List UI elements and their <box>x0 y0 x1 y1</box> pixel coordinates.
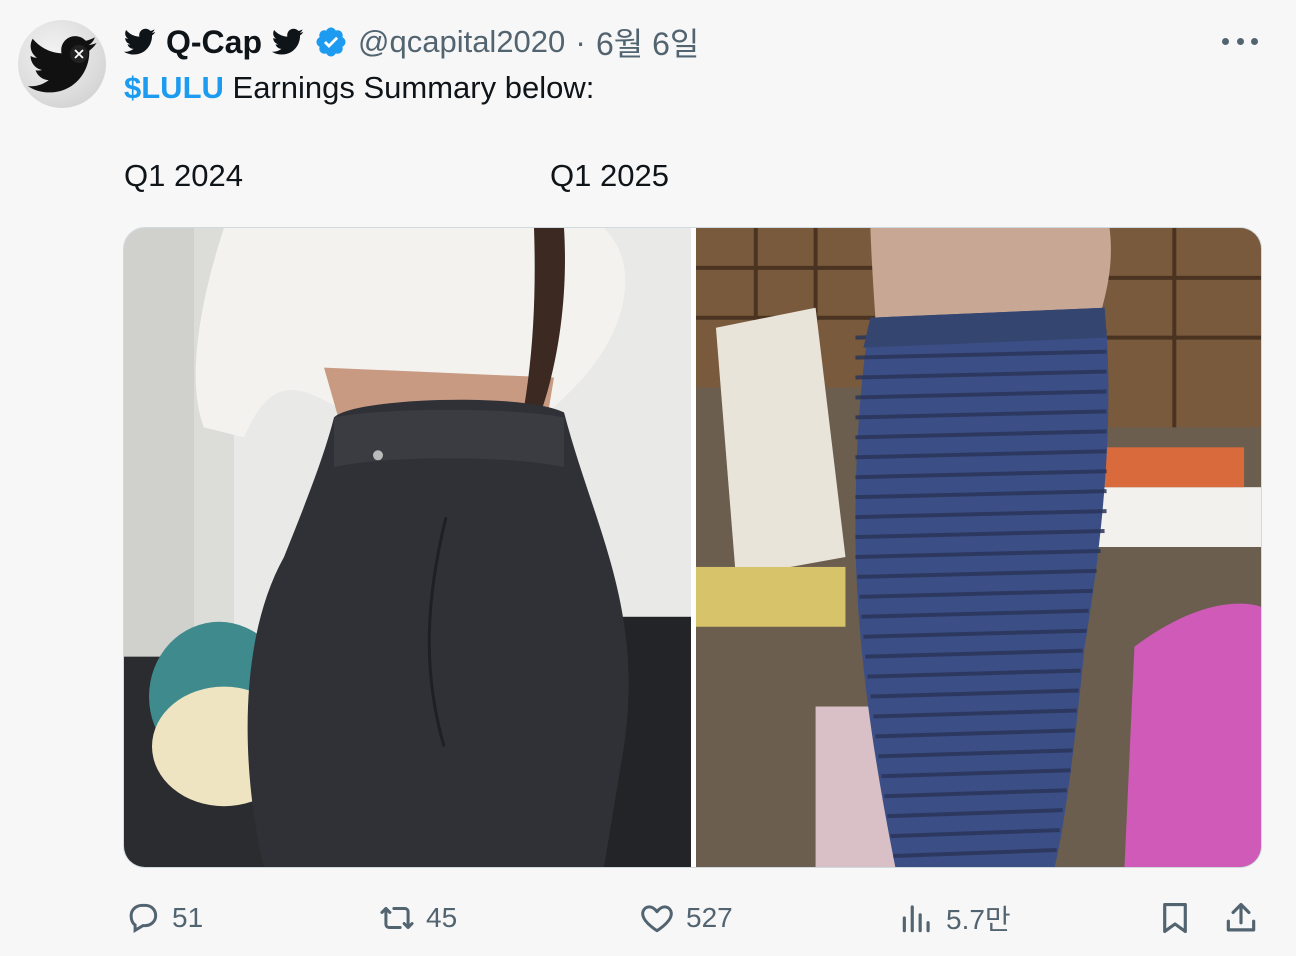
bird-icon <box>124 28 156 55</box>
tweet-text: $LULU Earnings Summary below: <box>124 70 594 106</box>
tweet-date[interactable]: 6월 6일 <box>596 19 699 65</box>
avatar-x-mark-icon <box>70 45 88 63</box>
share-button[interactable] <box>1222 898 1260 938</box>
avatar[interactable] <box>18 20 106 108</box>
bookmark-icon <box>1163 902 1187 934</box>
bookmark-button[interactable] <box>1156 898 1194 938</box>
views-icon <box>902 905 930 933</box>
label-right: Q1 2025 <box>550 158 669 193</box>
media-image-left[interactable] <box>124 228 691 867</box>
retweet-button[interactable]: 45 <box>378 898 457 938</box>
like-icon <box>641 905 673 933</box>
more-icon[interactable] <box>1222 30 1258 52</box>
reply-icon <box>129 903 158 934</box>
tweet-text-body: Earnings Summary below: <box>232 70 595 105</box>
display-name[interactable]: Q-Cap <box>166 24 262 61</box>
label-left: Q1 2024 <box>124 158 243 193</box>
tweet-card[interactable]: Q-Cap @qcapital2020 · 6월 6일 $LULU Earnin… <box>0 0 1296 956</box>
author-handle[interactable]: @qcapital2020 <box>358 24 565 60</box>
views-count: 5.7만 <box>946 904 1011 935</box>
retweet-icon <box>380 906 414 930</box>
like-count: 527 <box>686 902 733 933</box>
retweet-count: 45 <box>426 902 458 933</box>
views-button[interactable]: 5.7만 <box>898 898 1011 938</box>
cashtag-link[interactable]: $LULU <box>124 70 224 105</box>
media-image-right[interactable] <box>696 228 1261 867</box>
action-bar: 51 45 527 5.7만 <box>0 890 1296 950</box>
share-icon <box>1226 902 1256 932</box>
reply-button[interactable]: 51 <box>124 898 203 938</box>
bird-icon <box>272 28 304 55</box>
reply-count: 51 <box>172 902 204 933</box>
like-button[interactable]: 527 <box>638 898 733 938</box>
separator-dot: · <box>575 23 586 60</box>
verified-badge-icon[interactable] <box>314 25 348 59</box>
tweet-header: Q-Cap @qcapital2020 · 6월 6일 <box>124 22 699 62</box>
media-grid <box>123 227 1262 868</box>
